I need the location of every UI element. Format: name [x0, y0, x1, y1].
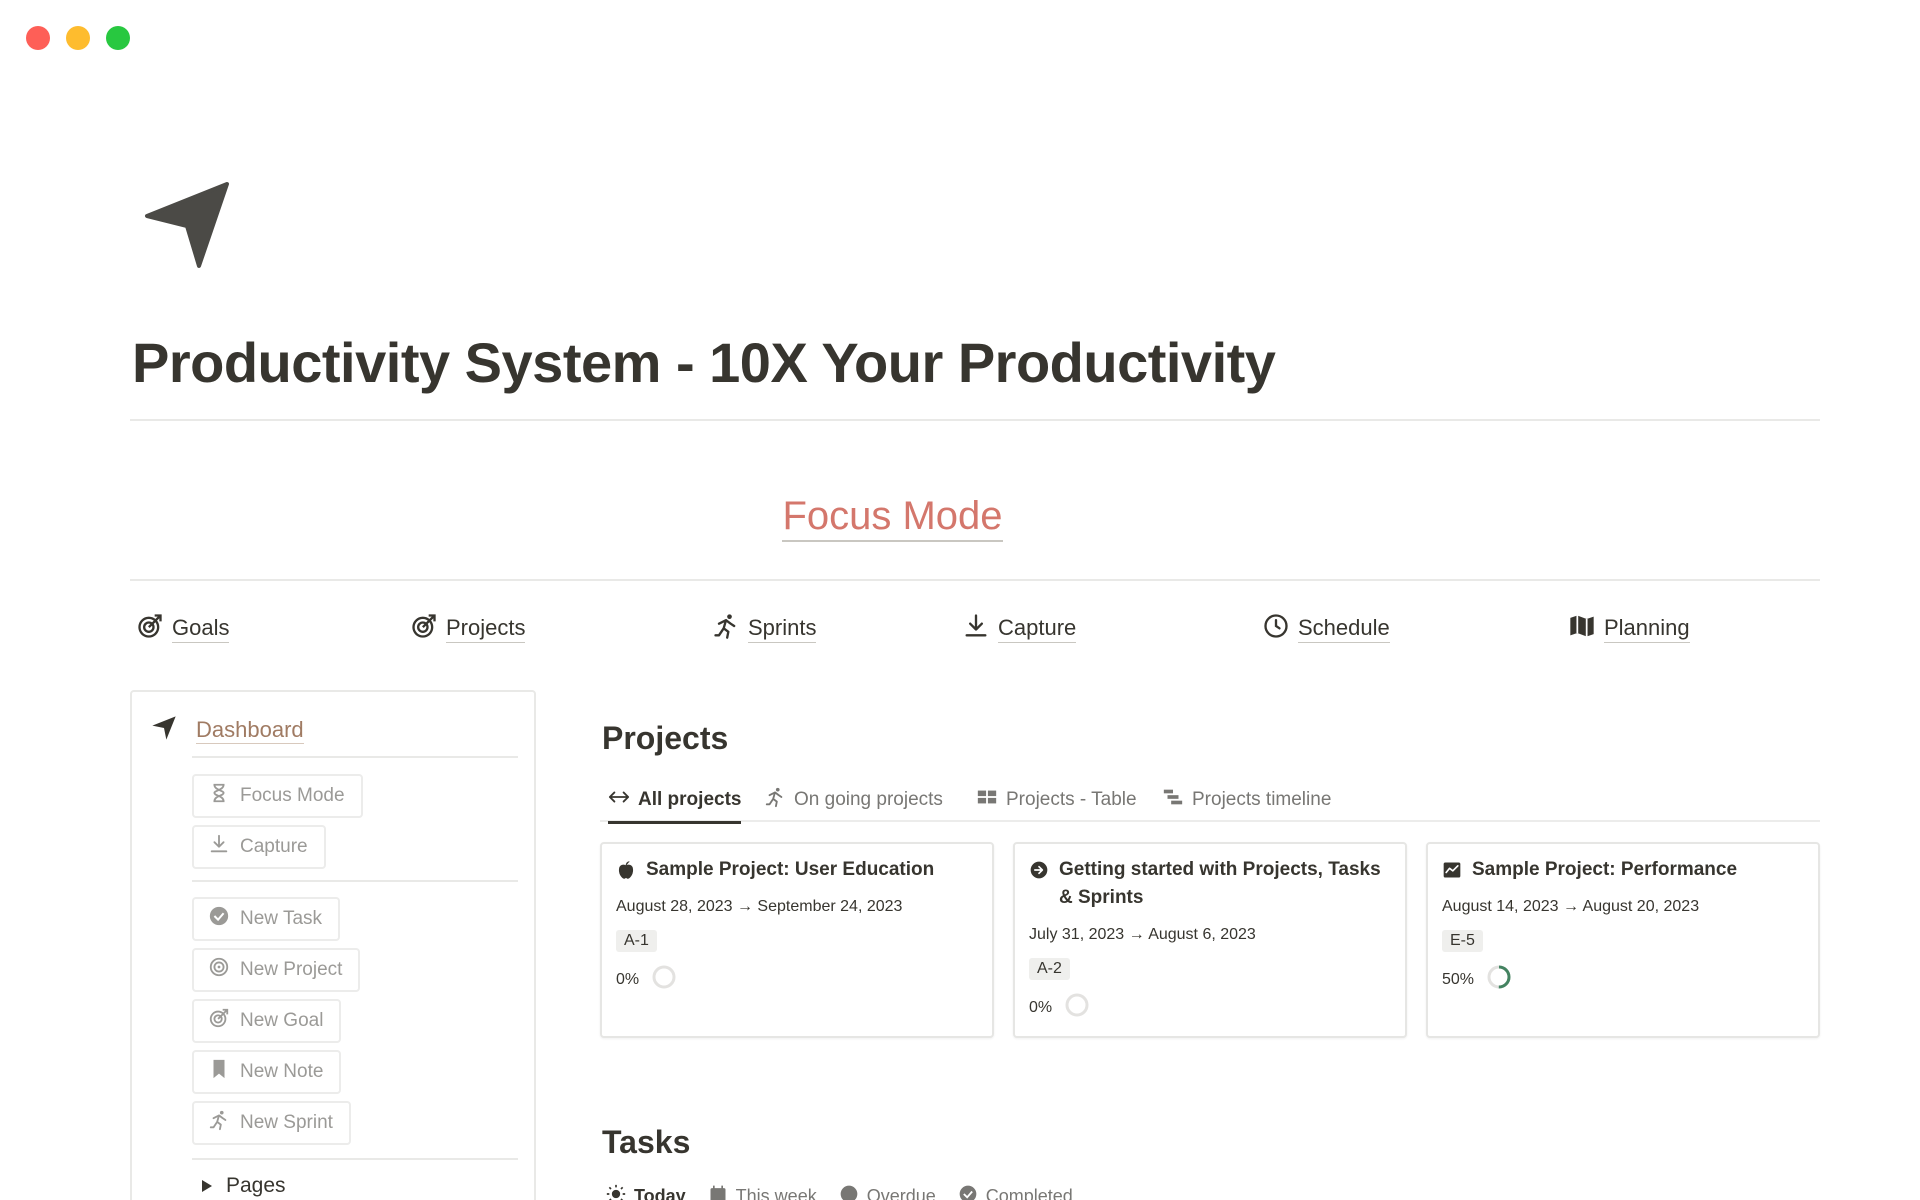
project-card[interactable]: Sample Project: User Education August 28…: [600, 842, 994, 1038]
navigation-arrow-icon[interactable]: [143, 180, 233, 270]
project-tag: A-2: [1029, 958, 1070, 980]
project-tag: E-5: [1442, 930, 1483, 952]
focus-mode-button[interactable]: Focus Mode: [192, 774, 363, 818]
map-icon: [1568, 612, 1596, 646]
timeline-icon: [1162, 786, 1184, 814]
tab-this-week[interactable]: This week: [708, 1184, 817, 1200]
project-tag: A-1: [616, 930, 657, 952]
sun-icon: [606, 1184, 626, 1200]
bookmark-icon: [208, 1058, 230, 1086]
project-dates: August 28, 2023 → September 24, 2023: [616, 898, 903, 915]
table-icon: [976, 786, 998, 814]
nav-link-goals[interactable]: Goals: [136, 612, 230, 646]
sidebar-header: Dashboard: [150, 714, 304, 747]
dashboard-sidebar: Dashboard Focus Mode Capture New Task Ne…: [130, 690, 536, 1200]
project-dates: July 31, 2023 → August 6, 2023: [1029, 926, 1256, 943]
sidebar-divider: [192, 1158, 518, 1160]
runner-icon: [712, 612, 740, 646]
clock-icon: [839, 1184, 859, 1200]
nav-links: Goals Projects Sprints Capture Schedule …: [136, 612, 1696, 652]
target-icon: [208, 956, 230, 984]
progress-ring: [651, 964, 677, 995]
dashboard-link[interactable]: Dashboard: [196, 717, 304, 744]
nav-link-planning[interactable]: Planning: [1568, 612, 1690, 646]
check-circle-icon: [208, 905, 230, 933]
hourglass-icon: [208, 782, 230, 810]
section-divider: [130, 579, 1820, 581]
page-title: Productivity System - 10X Your Productiv…: [132, 331, 1276, 394]
tab-on-going-projects[interactable]: On going projects: [764, 778, 943, 822]
navigation-arrow-icon: [150, 714, 178, 747]
calendar-icon: [708, 1184, 728, 1200]
project-progress: 0%: [616, 964, 677, 995]
clock-icon: [1262, 612, 1290, 646]
nav-link-sprints[interactable]: Sprints: [712, 612, 817, 646]
tasks-heading: Tasks: [602, 1124, 691, 1160]
projects-heading: Projects: [602, 720, 729, 756]
target-arrow-icon: [410, 612, 438, 646]
new-goal-button[interactable]: New Goal: [192, 999, 342, 1043]
target-arrow-icon: [208, 1007, 230, 1035]
title-divider: [130, 419, 1820, 421]
nav-link-schedule[interactable]: Schedule: [1262, 612, 1390, 646]
triangle-right-icon: [202, 1180, 212, 1192]
runner-icon: [764, 786, 786, 814]
arrow-circle-right-icon: [1029, 856, 1049, 911]
project-card-title: Sample Project: Performance: [1442, 856, 1806, 889]
tasks-view-tabs: Today This week Overdue Completed: [606, 1184, 1073, 1200]
nav-link-projects[interactable]: Projects: [410, 612, 526, 646]
new-project-button[interactable]: New Project: [192, 948, 361, 992]
new-task-button[interactable]: New Task: [192, 897, 341, 941]
minimize-window-button[interactable]: [66, 26, 90, 50]
maximize-window-button[interactable]: [106, 26, 130, 50]
project-progress: 50%: [1442, 964, 1512, 995]
tab-today[interactable]: Today: [606, 1184, 686, 1200]
close-window-button[interactable]: [26, 26, 50, 50]
tab-projects-timeline[interactable]: Projects timeline: [1162, 778, 1331, 822]
project-progress: 0%: [1029, 992, 1090, 1023]
sidebar-divider: [192, 756, 518, 758]
tab-projects-table[interactable]: Projects - Table: [976, 778, 1137, 822]
new-note-button[interactable]: New Note: [192, 1050, 342, 1094]
new-sprint-button[interactable]: New Sprint: [192, 1101, 351, 1145]
capture-button[interactable]: Capture: [192, 825, 326, 869]
projects-view-tabs: All projects On going projects Projects …: [600, 778, 1820, 824]
download-icon: [962, 612, 990, 646]
pages-toggle[interactable]: Pages: [202, 1174, 286, 1198]
sidebar-divider: [192, 880, 518, 882]
target-arrow-icon: [136, 612, 164, 646]
tab-all-projects[interactable]: All projects: [608, 778, 742, 824]
check-circle-icon: [958, 1184, 978, 1200]
progress-ring: [1064, 992, 1090, 1023]
project-card-title: Sample Project: User Education: [616, 856, 980, 889]
focus-mode-section: Focus Mode: [0, 494, 1785, 542]
focus-mode-link[interactable]: Focus Mode: [782, 494, 1003, 542]
tab-overdue[interactable]: Overdue: [839, 1184, 936, 1200]
apple-icon: [616, 856, 636, 889]
nav-link-capture[interactable]: Capture: [962, 612, 1077, 646]
project-dates: August 14, 2023 → August 20, 2023: [1442, 898, 1700, 915]
arrows-horizontal-icon: [608, 786, 630, 814]
tab-completed[interactable]: Completed: [958, 1184, 1073, 1200]
project-card-title: Getting started with Projects, Tasks & S…: [1029, 856, 1393, 911]
project-card[interactable]: Sample Project: Performance August 14, 2…: [1426, 842, 1820, 1038]
runner-icon: [208, 1109, 230, 1137]
download-icon: [208, 833, 230, 861]
window-controls: [26, 26, 130, 50]
chart-line-icon: [1442, 856, 1462, 889]
progress-ring: [1486, 964, 1512, 995]
project-card[interactable]: Getting started with Projects, Tasks & S…: [1013, 842, 1407, 1038]
